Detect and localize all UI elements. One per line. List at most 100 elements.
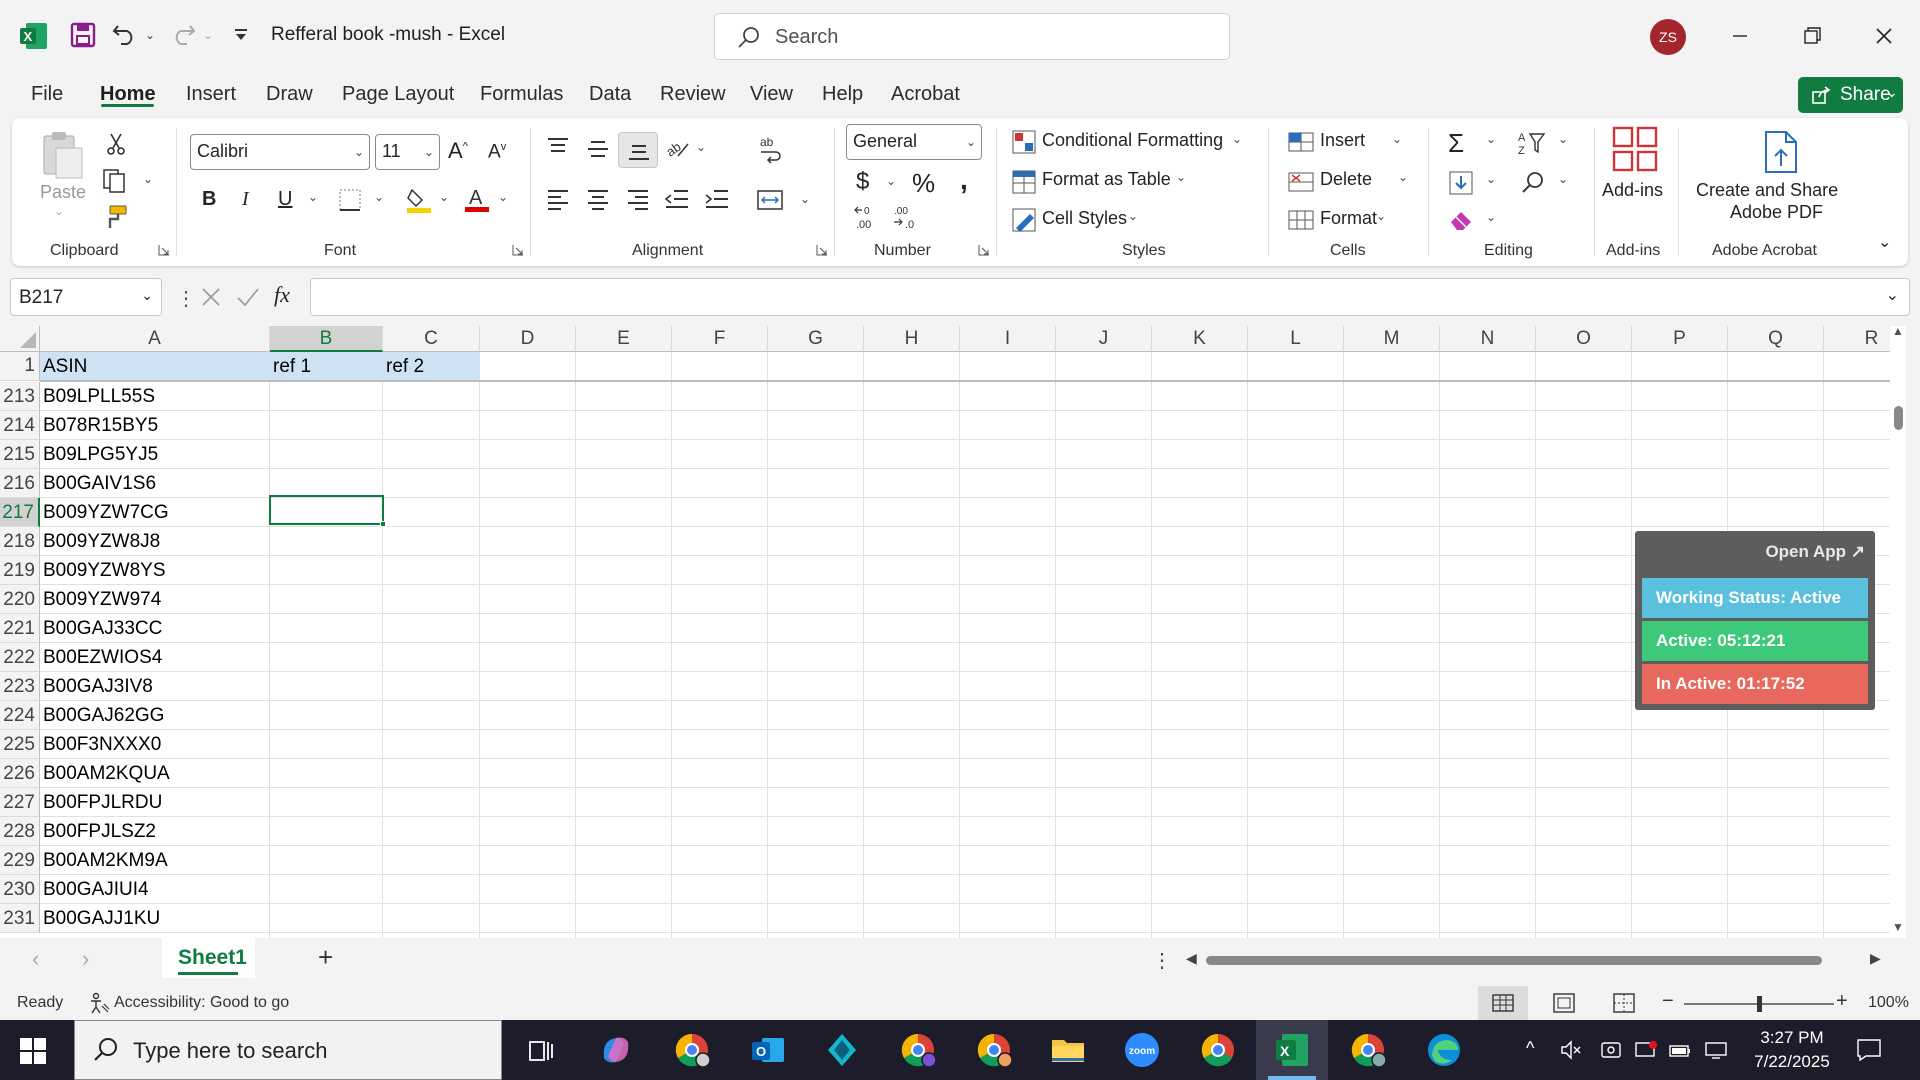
customize-toolbar-icon[interactable] bbox=[234, 28, 248, 42]
format-cells-icon[interactable] bbox=[1288, 208, 1314, 232]
delete-dropdown-icon[interactable]: ⌄ bbox=[1398, 170, 1408, 184]
row-header-229[interactable]: 229 bbox=[0, 846, 40, 875]
prev-sheet-icon[interactable]: ‹ bbox=[32, 946, 39, 972]
cell-A224[interactable]: B00GAJ62GG bbox=[40, 701, 270, 730]
column-header-a[interactable]: A bbox=[40, 326, 270, 352]
add-ins-button[interactable]: Add-ins bbox=[1602, 180, 1663, 201]
row-header-218[interactable]: 218 bbox=[0, 527, 40, 556]
column-header-k[interactable]: K bbox=[1152, 326, 1248, 352]
cell-A215[interactable]: B09LPG5YJ5 bbox=[40, 440, 270, 469]
cell-A229[interactable]: B00AM2KM9A bbox=[40, 846, 270, 875]
excel-taskbar-active[interactable]: X bbox=[1256, 1020, 1328, 1080]
align-right-icon[interactable] bbox=[626, 188, 650, 210]
bottom-align-button[interactable] bbox=[618, 132, 658, 168]
cell-A222[interactable]: B00EZWIOS4 bbox=[40, 643, 270, 672]
windows-start-icon[interactable] bbox=[20, 1038, 46, 1064]
undo-icon[interactable] bbox=[112, 22, 138, 46]
cell-A220[interactable]: B009YZW974 bbox=[40, 585, 270, 614]
format-painter-icon[interactable] bbox=[104, 204, 130, 230]
app-icon[interactable] bbox=[822, 1030, 862, 1070]
tab-view[interactable]: View bbox=[750, 83, 793, 106]
notifications-icon[interactable] bbox=[1856, 1038, 1882, 1062]
open-app-link[interactable]: Open App ↗ bbox=[1765, 542, 1865, 562]
decrease-font-icon[interactable]: Av bbox=[488, 141, 506, 163]
row-header-228[interactable]: 228 bbox=[0, 817, 40, 846]
tab-home[interactable]: Home bbox=[100, 83, 156, 106]
horizontal-scroll-thumb[interactable] bbox=[1206, 956, 1822, 965]
conditional-formatting-dropdown-icon[interactable]: ⌄ bbox=[1232, 132, 1242, 146]
underline-icon[interactable]: U bbox=[278, 188, 292, 211]
find-select-icon[interactable] bbox=[1520, 170, 1546, 196]
cell-A218[interactable]: B009YZW8J8 bbox=[40, 527, 270, 556]
insert-cells-icon[interactable] bbox=[1288, 130, 1314, 154]
user-avatar[interactable]: ZS bbox=[1650, 19, 1686, 55]
sheet-options-icon[interactable]: ⋮ bbox=[1152, 948, 1172, 973]
alignment-launcher-icon[interactable] bbox=[816, 244, 828, 256]
font-launcher-icon[interactable] bbox=[512, 244, 524, 256]
row-header-223[interactable]: 223 bbox=[0, 672, 40, 701]
tab-formulas[interactable]: Formulas bbox=[480, 83, 563, 106]
number-launcher-icon[interactable] bbox=[978, 244, 990, 256]
column-header-f[interactable]: F bbox=[672, 326, 768, 352]
decrease-indent-icon[interactable] bbox=[664, 188, 690, 210]
edge-icon[interactable] bbox=[1424, 1030, 1464, 1070]
search-box[interactable]: Search bbox=[714, 13, 1230, 60]
middle-align-icon[interactable] bbox=[586, 138, 610, 160]
minimize-button[interactable] bbox=[1720, 18, 1760, 54]
add-sheet-button[interactable]: + bbox=[318, 942, 333, 973]
cell-A216[interactable]: B00GAIV1S6 bbox=[40, 469, 270, 498]
insert-function-icon[interactable]: fx bbox=[274, 282, 290, 308]
autosum-dropdown-icon[interactable]: ⌄ bbox=[1486, 132, 1496, 146]
row-header-222[interactable]: 222 bbox=[0, 643, 40, 672]
chrome-profile-icon[interactable] bbox=[1348, 1030, 1388, 1070]
column-header-g[interactable]: G bbox=[768, 326, 864, 352]
row-header-221[interactable]: 221 bbox=[0, 614, 40, 643]
column-header-b[interactable]: B bbox=[270, 326, 383, 352]
borders-dropdown-icon[interactable]: ⌄ bbox=[374, 190, 384, 204]
sort-filter-icon[interactable]: AZ bbox=[1518, 130, 1546, 156]
currency-icon[interactable]: $ bbox=[856, 168, 869, 196]
task-view-icon[interactable] bbox=[520, 1030, 560, 1070]
row-header-214[interactable]: 214 bbox=[0, 411, 40, 440]
paste-button[interactable] bbox=[40, 130, 86, 180]
screen-share-icon[interactable] bbox=[1634, 1040, 1658, 1060]
increase-indent-icon[interactable] bbox=[704, 188, 730, 210]
fill-dropdown-icon[interactable]: ⌄ bbox=[1486, 172, 1496, 186]
taskbar-clock[interactable]: 3:27 PM 7/22/2025 bbox=[1742, 1026, 1842, 1074]
scroll-up-icon[interactable]: ▲ bbox=[1892, 324, 1904, 338]
align-left-icon[interactable] bbox=[546, 188, 570, 210]
tab-draw[interactable]: Draw bbox=[266, 83, 313, 106]
row-header-213[interactable]: 213 bbox=[0, 382, 40, 411]
wrap-text-icon[interactable]: ab bbox=[758, 134, 784, 164]
column-header-n[interactable]: N bbox=[1440, 326, 1536, 352]
percent-icon[interactable]: % bbox=[912, 168, 935, 199]
scroll-down-icon[interactable]: ▼ bbox=[1892, 920, 1904, 934]
bold-icon[interactable]: B bbox=[202, 188, 216, 211]
top-align-icon[interactable] bbox=[546, 136, 570, 158]
format-as-table-dropdown-icon[interactable]: ⌄ bbox=[1176, 170, 1186, 184]
row-header-231[interactable]: 231 bbox=[0, 904, 40, 933]
more-options-icon[interactable]: ⋮ bbox=[176, 286, 196, 311]
fill-color-icon[interactable] bbox=[406, 186, 432, 214]
row-header-220[interactable]: 220 bbox=[0, 585, 40, 614]
chrome-profile-icon[interactable] bbox=[898, 1030, 938, 1070]
fill-icon[interactable] bbox=[1448, 170, 1474, 196]
cell-C1[interactable]: ref 2 bbox=[383, 352, 480, 381]
sort-filter-dropdown-icon[interactable]: ⌄ bbox=[1558, 132, 1568, 146]
orientation-icon[interactable]: ab bbox=[664, 134, 692, 160]
column-header-e[interactable]: E bbox=[576, 326, 672, 352]
conditional-formatting-icon[interactable] bbox=[1012, 130, 1036, 154]
cut-icon[interactable] bbox=[104, 132, 128, 156]
column-header-h[interactable]: H bbox=[864, 326, 960, 352]
format-dropdown-icon[interactable]: ⌄ bbox=[1376, 209, 1386, 223]
tab-data[interactable]: Data bbox=[589, 83, 631, 106]
row-header-225[interactable]: 225 bbox=[0, 730, 40, 759]
zoom-icon[interactable]: zoom bbox=[1122, 1030, 1162, 1070]
merge-center-icon[interactable] bbox=[756, 188, 784, 212]
create-pdf-icon[interactable] bbox=[1760, 130, 1802, 174]
font-size-select[interactable]: 11 ⌄ bbox=[375, 134, 440, 170]
tab-insert[interactable]: Insert bbox=[186, 83, 236, 106]
expand-formula-bar-icon[interactable]: ⌄ bbox=[1886, 285, 1899, 305]
insert-cells-button[interactable]: Insert bbox=[1320, 130, 1365, 151]
row-header-230[interactable]: 230 bbox=[0, 875, 40, 904]
